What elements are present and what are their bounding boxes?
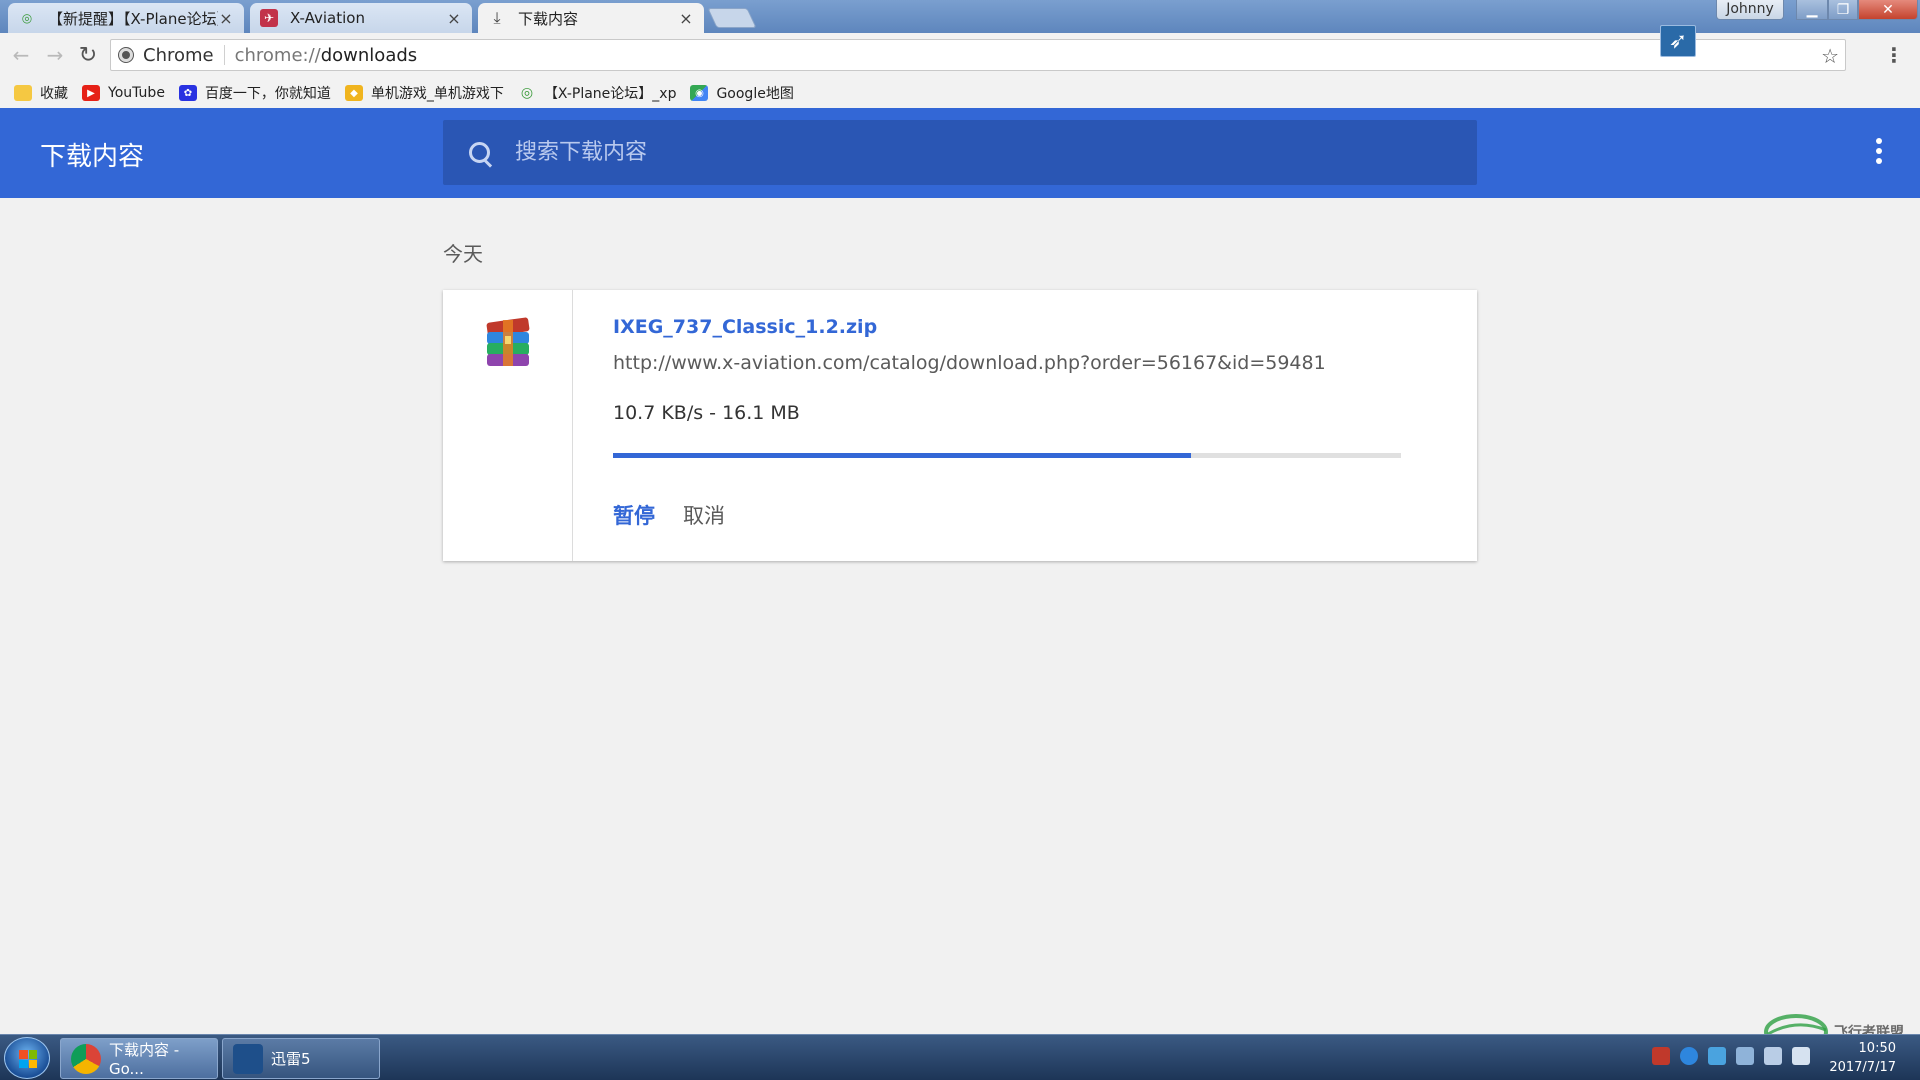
tab-x-aviation[interactable]: ✈ X-Aviation × — [250, 3, 472, 33]
bookmark-label: 收藏 — [40, 86, 68, 102]
taskbar-item-chrome[interactable]: 下载内容 - Go... — [60, 1038, 218, 1079]
x-aviation-icon: ✈ — [260, 9, 278, 27]
download-progress-bar — [613, 453, 1401, 458]
cancel-button[interactable]: 取消 — [683, 500, 725, 530]
browser-tray-icon[interactable] — [1680, 1047, 1698, 1065]
bookmark-label: Google地图 — [716, 86, 794, 102]
bookmark-label: 【X-Plane论坛】_xp — [543, 86, 677, 102]
taskbar: 下载内容 - Go... 迅雷5 10:50 2017/7/17 — [0, 1034, 1920, 1080]
taskbar-item-label: 下载内容 - Go... — [109, 1041, 180, 1078]
search-icon — [463, 136, 497, 170]
tab-downloads[interactable]: ⤓ 下载内容 × — [478, 3, 704, 33]
file-icon-column — [443, 290, 573, 561]
system-clock[interactable]: 10:50 2017/7/17 — [1829, 1039, 1896, 1077]
bookmark-item[interactable]: ✿ 百度一下，你就知道 — [178, 83, 331, 103]
bookmark-item[interactable]: ▶ YouTube — [82, 85, 165, 101]
bookmark-label: 单机游戏_单机游戏下 — [370, 86, 504, 102]
youtube-icon: ▶ — [82, 85, 100, 101]
bookmark-label: YouTube — [108, 85, 165, 101]
taskbar-item-label: 迅雷5 — [271, 1050, 311, 1068]
network-tray-icon[interactable] — [1736, 1047, 1754, 1065]
folder-icon — [14, 85, 32, 101]
url-text[interactable]: chrome://downloads — [225, 45, 418, 66]
antivirus-tray-icon[interactable] — [1652, 1047, 1670, 1065]
site-info-chip[interactable]: Chrome — [111, 44, 225, 66]
thunder-float-icon[interactable]: ➶ — [1660, 25, 1696, 57]
back-arrow-icon[interactable]: ← — [8, 42, 34, 68]
download-card: IXEG_737_Classic_1.2.zip http://www.x-av… — [443, 290, 1477, 561]
xplane-forum-icon: ◎ — [520, 85, 534, 101]
tab-title: 【新提醒】【X-Plane论坛】 — [48, 9, 218, 28]
bookmark-label: 百度一下，你就知道 — [204, 86, 331, 102]
download-file-name-link[interactable]: IXEG_737_Classic_1.2.zip — [613, 316, 877, 338]
downloads-header: 下载内容 — [0, 108, 1920, 198]
start-button[interactable] — [4, 1037, 50, 1079]
bookmarks-bar: 收藏 ▶ YouTube ✿ 百度一下，你就知道 ◆ 单机游戏_单机游戏下 ◎ … — [0, 78, 1920, 108]
download-status: 10.7 KB/s - 16.1 MB — [613, 402, 800, 424]
more-options-icon[interactable] — [1876, 138, 1882, 164]
url-scheme: chrome:// — [234, 44, 321, 66]
thunder-tray-icon[interactable] — [1708, 1047, 1726, 1065]
search-box[interactable] — [443, 120, 1477, 185]
tab-title: X-Aviation — [290, 9, 365, 27]
baidu-paw-icon: ✿ — [178, 85, 197, 101]
chrome-icon — [71, 1043, 101, 1074]
pause-button[interactable]: 暂停 — [613, 500, 655, 530]
system-tray — [1652, 1047, 1810, 1065]
clock-time: 10:50 — [1858, 1041, 1896, 1056]
tab-xplane-forum[interactable]: ◎ 【新提醒】【X-Plane论坛】 × — [8, 3, 244, 33]
taskbar-item-thunder[interactable]: 迅雷5 — [222, 1038, 380, 1079]
google-maps-icon: ◉ — [690, 85, 709, 101]
bookmark-item[interactable]: ◆ 单机游戏_单机游戏下 — [344, 83, 504, 103]
download-progress-fill — [613, 453, 1192, 458]
winrar-archive-icon — [486, 317, 530, 366]
url-path: downloads — [320, 44, 418, 66]
windows-logo-icon — [19, 1050, 37, 1068]
bookmark-item[interactable]: 收藏 — [14, 83, 68, 103]
search-input[interactable] — [515, 140, 1477, 165]
clock-date: 2017/7/17 — [1829, 1060, 1896, 1075]
close-icon[interactable]: × — [446, 9, 462, 28]
maximize-button[interactable]: ❐ — [1828, 0, 1858, 20]
close-window-button[interactable]: ✕ — [1858, 0, 1918, 20]
bookmark-item[interactable]: ◉ Google地图 — [690, 83, 794, 103]
display-tray-icon[interactable] — [1764, 1047, 1782, 1065]
address-bar[interactable]: Chrome chrome://downloads ☆ — [110, 39, 1846, 71]
new-tab-button[interactable] — [707, 8, 757, 28]
volume-icon[interactable] — [1792, 1047, 1810, 1065]
tab-strip: ◎ 【新提醒】【X-Plane论坛】 × ✈ X-Aviation × ⤓ 下载… — [0, 0, 1920, 33]
download-source-url[interactable]: http://www.x-aviation.com/catalog/downlo… — [613, 352, 1326, 374]
close-icon[interactable]: × — [218, 9, 234, 28]
browser-toolbar: ← → ↻ Chrome chrome://downloads ☆ ⋮ — [0, 33, 1920, 78]
download-icon: ⤓ — [493, 8, 501, 27]
page-title: 下载内容 — [40, 142, 145, 172]
date-section-label: 今天 — [443, 242, 483, 266]
forward-arrow-icon[interactable]: → — [42, 42, 68, 68]
bookmark-item[interactable]: ◎ 【X-Plane论坛】_xp — [518, 83, 677, 103]
close-icon[interactable]: × — [678, 9, 694, 28]
reload-icon[interactable]: ↻ — [75, 42, 101, 68]
thunder-icon — [233, 1043, 263, 1074]
chrome-menu-icon[interactable]: ⋮ — [1884, 43, 1904, 67]
profile-button[interactable]: Johnny — [1716, 0, 1784, 20]
minimize-button[interactable]: ▁ — [1796, 0, 1828, 20]
chrome-page-icon — [119, 48, 133, 62]
game-site-icon: ◆ — [344, 85, 363, 101]
tab-title: 下载内容 — [518, 9, 579, 28]
xplane-forum-icon: ◎ — [21, 11, 33, 25]
bookmark-star-icon[interactable]: ☆ — [1821, 44, 1839, 68]
chip-label: Chrome — [143, 44, 214, 66]
